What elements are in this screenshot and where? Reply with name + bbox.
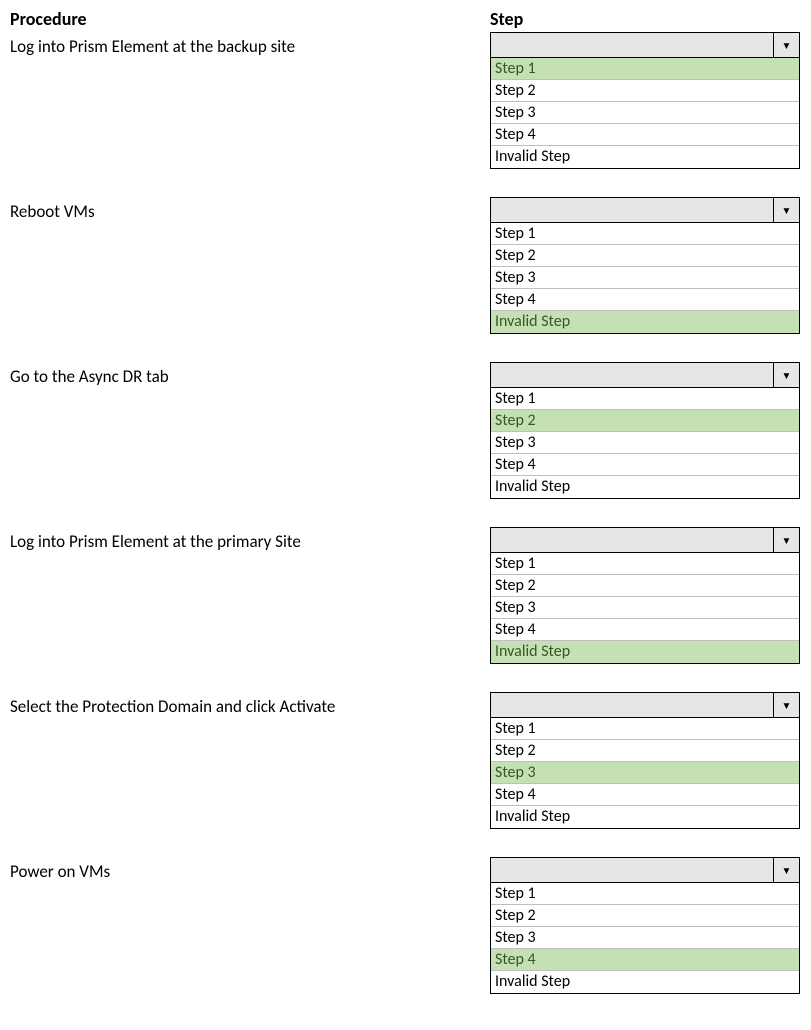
step-dropdown: ▼Step 1Step 2Step 3Step 4Invalid Step xyxy=(490,527,800,664)
procedure-label: Power on VMs xyxy=(10,857,490,882)
dropdown-option[interactable]: Step 1 xyxy=(491,58,799,80)
procedure-row: Power on VMs▼Step 1Step 2Step 3Step 4Inv… xyxy=(10,857,801,994)
dropdown-option[interactable]: Step 3 xyxy=(491,762,799,784)
step-dropdown: ▼Step 1Step 2Step 3Step 4Invalid Step xyxy=(490,857,800,994)
procedure-row: Select the Protection Domain and click A… xyxy=(10,692,801,829)
dropdown-option[interactable]: Step 2 xyxy=(491,410,799,432)
procedure-label: Select the Protection Domain and click A… xyxy=(10,692,490,717)
header-procedure: Procedure xyxy=(10,8,490,30)
step-dropdown: ▼Step 1Step 2Step 3Step 4Invalid Step xyxy=(490,692,800,829)
header-step: Step xyxy=(490,8,800,30)
dropdown-option[interactable]: Invalid Step xyxy=(491,476,799,498)
dropdown-option[interactable]: Step 4 xyxy=(491,124,799,146)
dropdown-option[interactable]: Step 2 xyxy=(491,575,799,597)
dropdown-trigger[interactable]: ▼ xyxy=(490,362,800,388)
dropdown-trigger[interactable]: ▼ xyxy=(490,527,800,553)
dropdown-list: Step 1Step 2Step 3Step 4Invalid Step xyxy=(490,388,800,499)
dropdown-trigger[interactable]: ▼ xyxy=(490,857,800,883)
procedure-label: Log into Prism Element at the backup sit… xyxy=(10,32,490,57)
dropdown-option[interactable]: Step 2 xyxy=(491,245,799,267)
chevron-down-icon[interactable]: ▼ xyxy=(773,528,799,552)
dropdown-trigger[interactable]: ▼ xyxy=(490,692,800,718)
dropdown-option[interactable]: Invalid Step xyxy=(491,971,799,993)
procedure-label: Log into Prism Element at the primary Si… xyxy=(10,527,490,552)
dropdown-option[interactable]: Step 3 xyxy=(491,927,799,949)
procedure-label: Reboot VMs xyxy=(10,197,490,222)
dropdown-option[interactable]: Step 3 xyxy=(491,432,799,454)
dropdown-list: Step 1Step 2Step 3Step 4Invalid Step xyxy=(490,718,800,829)
dropdown-option[interactable]: Step 1 xyxy=(491,718,799,740)
dropdown-option[interactable]: Step 4 xyxy=(491,289,799,311)
dropdown-option[interactable]: Step 4 xyxy=(491,784,799,806)
dropdown-option[interactable]: Step 2 xyxy=(491,80,799,102)
procedure-row: Log into Prism Element at the backup sit… xyxy=(10,32,801,169)
chevron-down-icon[interactable]: ▼ xyxy=(773,693,799,717)
dropdown-option[interactable]: Step 1 xyxy=(491,883,799,905)
procedure-label: Go to the Async DR tab xyxy=(10,362,490,387)
chevron-down-icon[interactable]: ▼ xyxy=(773,198,799,222)
step-dropdown: ▼Step 1Step 2Step 3Step 4Invalid Step xyxy=(490,362,800,499)
dropdown-option[interactable]: Step 3 xyxy=(491,102,799,124)
dropdown-trigger[interactable]: ▼ xyxy=(490,32,800,58)
dropdown-option[interactable]: Step 4 xyxy=(491,619,799,641)
step-dropdown: ▼Step 1Step 2Step 3Step 4Invalid Step xyxy=(490,197,800,334)
dropdown-option[interactable]: Step 4 xyxy=(491,454,799,476)
procedure-row: Log into Prism Element at the primary Si… xyxy=(10,527,801,664)
dropdown-option[interactable]: Step 1 xyxy=(491,553,799,575)
dropdown-option[interactable]: Invalid Step xyxy=(491,806,799,828)
header-row: Procedure Step xyxy=(10,8,801,30)
dropdown-list: Step 1Step 2Step 3Step 4Invalid Step xyxy=(490,883,800,994)
dropdown-list: Step 1Step 2Step 3Step 4Invalid Step xyxy=(490,58,800,169)
dropdown-option[interactable]: Invalid Step xyxy=(491,641,799,663)
dropdown-option[interactable]: Invalid Step xyxy=(491,311,799,333)
chevron-down-icon[interactable]: ▼ xyxy=(773,33,799,57)
dropdown-option[interactable]: Step 2 xyxy=(491,905,799,927)
dropdown-option[interactable]: Step 2 xyxy=(491,740,799,762)
procedure-row: Reboot VMs▼Step 1Step 2Step 3Step 4Inval… xyxy=(10,197,801,334)
dropdown-trigger[interactable]: ▼ xyxy=(490,197,800,223)
step-dropdown: ▼Step 1Step 2Step 3Step 4Invalid Step xyxy=(490,32,800,169)
chevron-down-icon[interactable]: ▼ xyxy=(773,363,799,387)
dropdown-option[interactable]: Step 3 xyxy=(491,597,799,619)
chevron-down-icon[interactable]: ▼ xyxy=(773,858,799,882)
dropdown-list: Step 1Step 2Step 3Step 4Invalid Step xyxy=(490,553,800,664)
dropdown-list: Step 1Step 2Step 3Step 4Invalid Step xyxy=(490,223,800,334)
procedure-row: Go to the Async DR tab▼Step 1Step 2Step … xyxy=(10,362,801,499)
dropdown-option[interactable]: Invalid Step xyxy=(491,146,799,168)
dropdown-option[interactable]: Step 4 xyxy=(491,949,799,971)
dropdown-option[interactable]: Step 3 xyxy=(491,267,799,289)
dropdown-option[interactable]: Step 1 xyxy=(491,388,799,410)
dropdown-option[interactable]: Step 1 xyxy=(491,223,799,245)
